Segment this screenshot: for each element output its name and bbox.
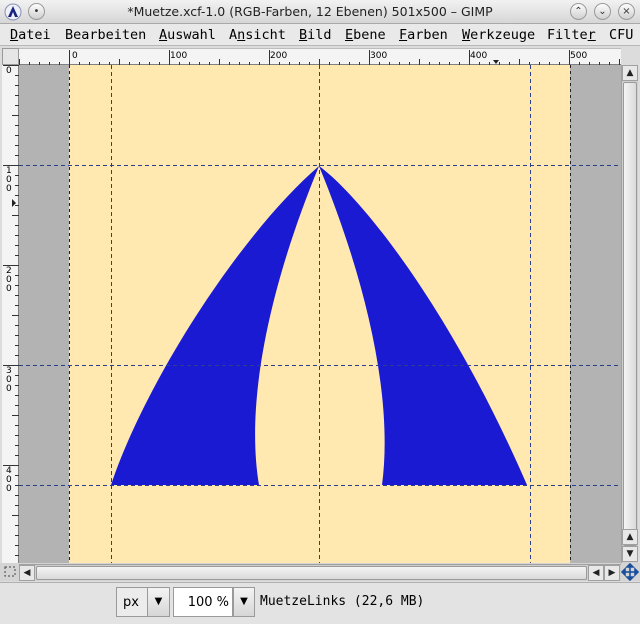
dropdown-arrow-icon[interactable]: ▼ [147, 588, 169, 616]
vertical-ruler[interactable]: 0100200300400 [2, 65, 19, 563]
horizontal-scroll-thumb[interactable] [36, 566, 587, 580]
menu-bild[interactable]: Bild [299, 27, 332, 43]
unit-value: px [123, 595, 139, 610]
scroll-left-icon[interactable]: ◀ [19, 565, 35, 581]
menu-ansicht[interactable]: Ansicht [229, 27, 286, 43]
zoom-input[interactable]: 100 % [173, 587, 233, 617]
unit-selector[interactable]: px ▼ [116, 587, 170, 617]
minimize-icon[interactable]: ⌄ [594, 3, 611, 20]
menu-ebene[interactable]: Ebene [345, 27, 386, 43]
navigate-icon[interactable] [620, 562, 640, 582]
scroll-down-icon[interactable]: ▼ [622, 546, 638, 562]
dropdown-arrow-icon[interactable]: ▼ [234, 588, 254, 616]
ruler-corner [2, 48, 19, 65]
menu-werkzeuge[interactable]: Werkzeuge [462, 27, 535, 43]
scroll-up-icon[interactable]: ▲ [622, 65, 638, 81]
horizontal-scrollbar[interactable]: ◀ ◀ ▶ [19, 564, 621, 581]
menu-farben[interactable]: Farben [399, 27, 448, 43]
image-canvas[interactable] [19, 65, 621, 563]
status-message: MuetzeLinks (22,6 MB) [260, 594, 425, 609]
scroll-up-icon[interactable]: ▲ [622, 529, 638, 545]
wilber-icon[interactable] [4, 3, 22, 21]
menu-bearbeiten[interactable]: Bearbeiten [65, 27, 146, 43]
menu-bar: Datei Bearbeiten Auswahl Ansicht Bild Eb… [0, 24, 640, 46]
zoom-selector[interactable]: ▼ [233, 587, 255, 617]
hruler-label: 0 [72, 51, 78, 61]
pointer-marker-icon [493, 60, 499, 64]
menu-filter[interactable]: Filter [547, 27, 596, 43]
scroll-right-icon[interactable]: ▶ [604, 565, 620, 581]
menu-circle-icon[interactable]: • [28, 3, 45, 20]
window-title: *Muetze.xcf-1.0 (RGB-Farben, 12 Ebenen) … [127, 4, 493, 19]
pointer-marker-icon [12, 199, 16, 207]
quick-mask-icon[interactable] [2, 564, 19, 580]
menu-datei[interactable]: Datei [10, 27, 51, 43]
vertical-scroll-thumb[interactable] [623, 82, 637, 546]
vertical-scrollbar[interactable]: ▲ ▲ ▼ [621, 65, 638, 563]
menu-auswahl[interactable]: Auswahl [159, 27, 216, 43]
hruler-label: 200 [270, 51, 287, 61]
hruler-label: 300 [370, 51, 387, 61]
horizontal-ruler[interactable]: 0 100 200 300 400 500 [19, 48, 621, 66]
hruler-label: 400 [470, 51, 487, 61]
hruler-label: 100 [170, 51, 187, 61]
close-icon[interactable]: × [618, 3, 635, 20]
scroll-left-icon[interactable]: ◀ [588, 565, 604, 581]
menu-cfu[interactable]: CFU [609, 27, 633, 43]
hruler-label: 500 [570, 51, 587, 61]
status-bar: px ▼ 100 % ▼ MuetzeLinks (22,6 MB) [0, 582, 640, 624]
shade-icon[interactable]: ⌃ [570, 3, 587, 20]
title-bar: • *Muetze.xcf-1.0 (RGB-Farben, 12 Ebenen… [0, 0, 640, 24]
